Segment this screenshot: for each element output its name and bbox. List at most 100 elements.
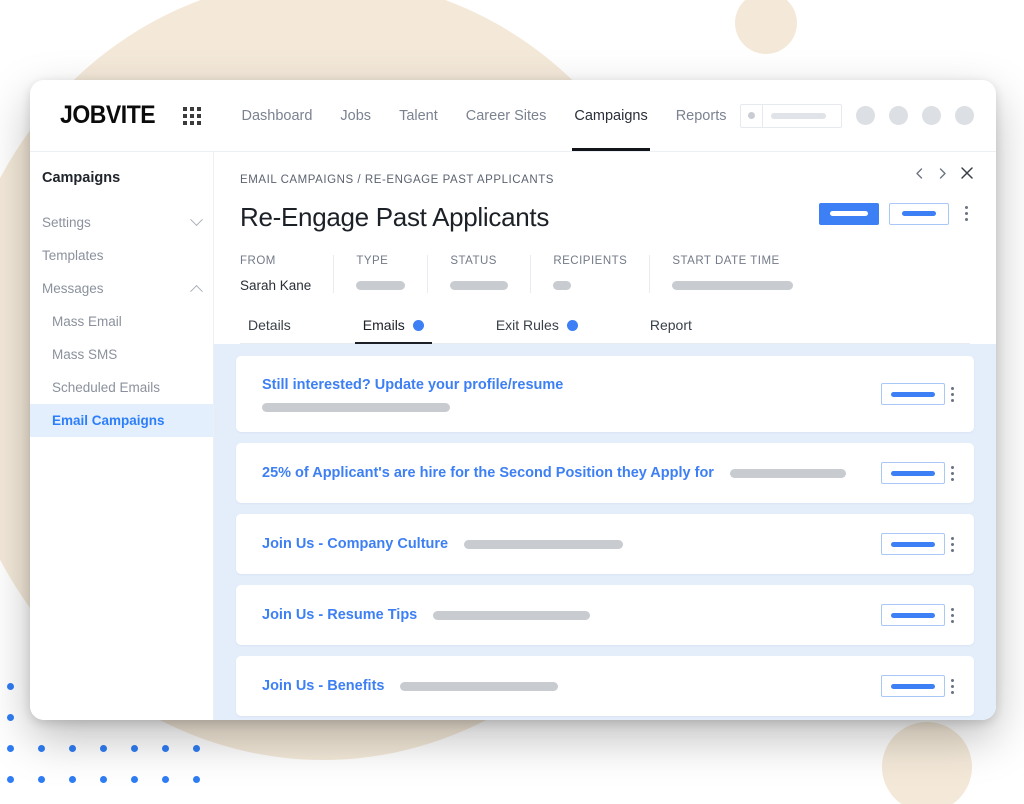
nav-icon-1[interactable]: [856, 106, 875, 125]
tab-label: Exit Rules: [496, 317, 559, 333]
main-content: EMAIL CAMPAIGNS / RE-ENGAGE PAST APPLICA…: [214, 152, 996, 720]
decorative-dot: [7, 714, 14, 721]
nav-icon-4[interactable]: [955, 106, 974, 125]
decorative-circle-top-right: [735, 0, 797, 54]
email-list-item[interactable]: 25% of Applicant's are hire for the Seco…: [236, 443, 974, 503]
decorative-dot: [193, 776, 200, 783]
breadcrumb[interactable]: EMAIL CAMPAIGNS / RE-ENGAGE PAST APPLICA…: [240, 174, 970, 186]
email-subtitle-placeholder-bar: [400, 682, 558, 691]
email-item-action-label-bar: [891, 684, 935, 689]
sidebar-item-email-campaigns[interactable]: Email Campaigns: [30, 404, 213, 437]
sidebar: Campaigns SettingsTemplatesMessagesMass …: [30, 152, 214, 720]
email-item-content: 25% of Applicant's are hire for the Seco…: [262, 465, 881, 481]
nav-link-jobs[interactable]: Jobs: [326, 80, 385, 151]
email-title-link[interactable]: Join Us - Resume Tips: [262, 607, 417, 623]
sidebar-item-mass-email[interactable]: Mass Email: [30, 305, 213, 338]
primary-action-button[interactable]: [819, 203, 879, 225]
chevron-up-icon[interactable]: [190, 285, 203, 298]
header-more-options-icon[interactable]: [959, 202, 974, 225]
search-placeholder-bar: [771, 113, 826, 119]
meta-placeholder-bar: [672, 281, 793, 290]
sidebar-item-mass-sms[interactable]: Mass SMS: [30, 338, 213, 371]
meta-placeholder-bar: [553, 281, 571, 290]
email-subtitle-placeholder-bar: [730, 469, 846, 478]
sidebar-item-label: Scheduled Emails: [52, 380, 160, 395]
decorative-dot: [7, 776, 14, 783]
nav-icon-3[interactable]: [922, 106, 941, 125]
chevron-down-icon[interactable]: [190, 213, 203, 226]
decorative-dot: [7, 745, 14, 752]
email-list-item[interactable]: Join Us - Resume Tips: [236, 585, 974, 645]
meta-value: Sarah Kane: [240, 277, 311, 293]
decorative-dot: [69, 776, 76, 783]
email-item-action-button[interactable]: [881, 675, 945, 697]
decorative-dot: [100, 776, 107, 783]
meta-label: RECIPIENTS: [553, 255, 627, 267]
sidebar-items: Settings Templates MessagesMass Email Mass …: [30, 206, 213, 437]
tab-emails[interactable]: Emails: [355, 317, 432, 343]
email-item-action-button[interactable]: [881, 462, 945, 484]
decorative-dot: [131, 745, 138, 752]
email-item-more-options-icon[interactable]: [945, 383, 960, 406]
tab-exit-rules[interactable]: Exit Rules: [488, 317, 586, 343]
email-list-item[interactable]: Join Us - Company Culture: [236, 514, 974, 574]
email-item-more-options-icon[interactable]: [945, 675, 960, 698]
sidebar-item-label: Email Campaigns: [52, 413, 165, 428]
tab-label: Report: [650, 317, 692, 333]
meta-label: START DATE TIME: [672, 255, 793, 267]
email-item-action-label-bar: [891, 542, 935, 547]
email-list-panel: Still interested? Update your profile/re…: [214, 344, 996, 720]
email-list-item[interactable]: Still interested? Update your profile/re…: [236, 356, 974, 432]
email-item-more-options-icon[interactable]: [945, 533, 960, 556]
search-icon: [748, 112, 755, 119]
decorative-dot: [69, 745, 76, 752]
email-title-link[interactable]: 25% of Applicant's are hire for the Seco…: [262, 465, 714, 481]
prev-icon[interactable]: [914, 167, 925, 180]
sidebar-item-templates[interactable]: Templates: [30, 239, 213, 272]
search-input[interactable]: [740, 104, 842, 128]
email-item-action-button[interactable]: [881, 383, 945, 405]
nav-link-campaigns[interactable]: Campaigns: [560, 80, 661, 151]
sidebar-item-label: Settings: [42, 215, 91, 230]
email-item-action-button[interactable]: [881, 533, 945, 555]
primary-nav-links: DashboardJobsTalentCareer SitesCampaigns…: [227, 80, 740, 151]
tab-details[interactable]: Details: [240, 317, 299, 343]
decorative-circle-bottom-right: [882, 722, 972, 804]
jobvite-logo[interactable]: JOBVITE: [60, 101, 155, 130]
sidebar-item-settings[interactable]: Settings: [30, 206, 213, 239]
content-tabs: Details Emails Exit Rules Report: [240, 317, 970, 344]
email-title-link[interactable]: Join Us - Company Culture: [262, 536, 448, 552]
nav-icon-2[interactable]: [889, 106, 908, 125]
email-item-more-options-icon[interactable]: [945, 604, 960, 627]
screenshot-stage: JOBVITE DashboardJobsTalentCareer SitesC…: [0, 0, 1024, 804]
sidebar-item-scheduled-emails[interactable]: Scheduled Emails: [30, 371, 213, 404]
tab-badge-dot: [413, 320, 424, 331]
email-list-item[interactable]: Join Us - Benefits: [236, 656, 974, 716]
secondary-action-button[interactable]: [889, 203, 949, 225]
email-title-link[interactable]: Join Us - Benefits: [262, 678, 384, 694]
sidebar-item-label: Mass SMS: [52, 347, 117, 362]
email-title-link[interactable]: Still interested? Update your profile/re…: [262, 377, 563, 393]
close-icon[interactable]: [960, 166, 974, 180]
meta-placeholder-bar: [450, 281, 508, 290]
sidebar-item-label: Templates: [42, 248, 104, 263]
meta-value: [356, 277, 405, 293]
meta-cell-status: STATUS: [428, 255, 531, 293]
sidebar-item-messages[interactable]: Messages: [30, 272, 213, 305]
tab-label: Emails: [363, 317, 405, 333]
nav-link-dashboard[interactable]: Dashboard: [227, 80, 326, 151]
meta-label: STATUS: [450, 255, 508, 267]
apps-grid-icon[interactable]: [183, 107, 201, 125]
nav-link-career-sites[interactable]: Career Sites: [452, 80, 561, 151]
next-icon[interactable]: [937, 167, 948, 180]
tab-report[interactable]: Report: [642, 317, 700, 343]
nav-link-reports[interactable]: Reports: [662, 80, 741, 151]
email-item-action-button[interactable]: [881, 604, 945, 626]
nav-link-talent[interactable]: Talent: [385, 80, 452, 151]
meta-cell-start-date-time: START DATE TIME: [650, 255, 815, 293]
decorative-dot: [38, 776, 45, 783]
email-item-more-options-icon[interactable]: [945, 462, 960, 485]
meta-placeholder-bar: [356, 281, 405, 290]
top-navigation-bar: JOBVITE DashboardJobsTalentCareer SitesC…: [30, 80, 996, 152]
meta-value: [672, 277, 793, 293]
